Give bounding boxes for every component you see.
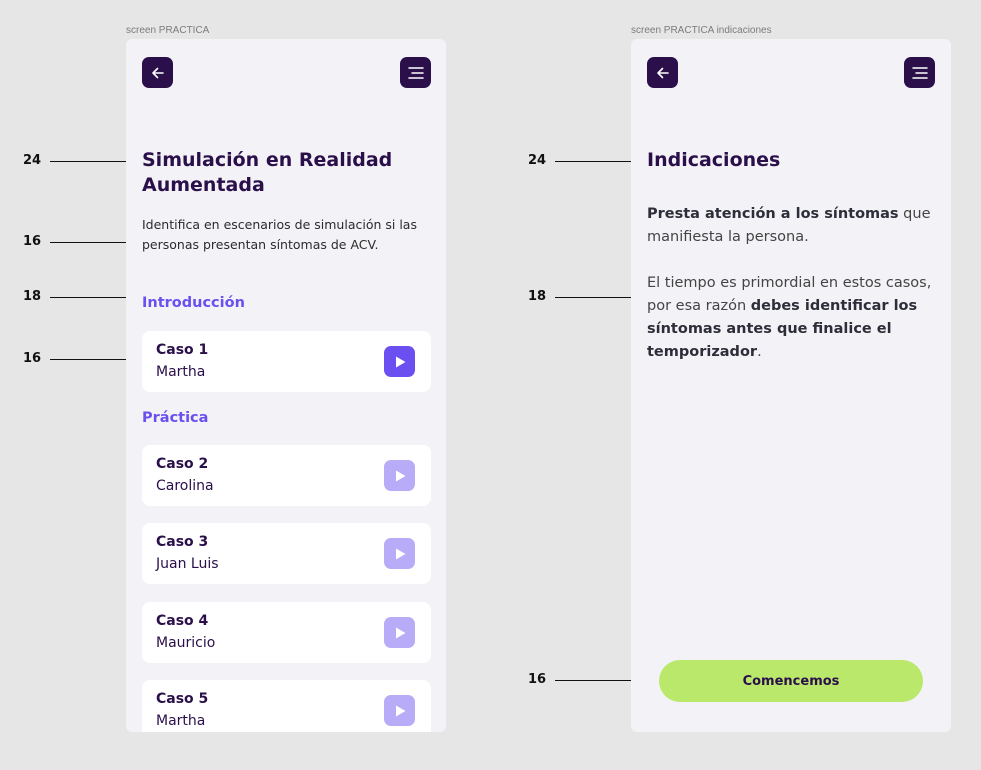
case-card[interactable]: Caso 2 Carolina — [142, 445, 431, 506]
case-card[interactable]: Caso 1 Martha — [142, 331, 431, 392]
annotation-number: 18 — [528, 289, 547, 304]
arrow-left-icon — [151, 67, 164, 78]
page-title: Simulación en Realidad Aumentada — [142, 149, 393, 196]
case-card[interactable]: Caso 5 Martha — [142, 680, 431, 732]
annotation-line — [50, 161, 126, 162]
case-title: Caso 3 — [156, 534, 209, 550]
case-person: Mauricio — [156, 635, 216, 651]
instruction-paragraph-2: El tiempo es primordial en estos casos, … — [647, 272, 939, 364]
annotation-number: 24 — [528, 153, 547, 168]
case-card[interactable]: Caso 4 Mauricio — [142, 602, 431, 663]
annotation-number: 16 — [23, 234, 42, 249]
screen-indicaciones: Indicaciones Presta atención a los sínto… — [631, 39, 951, 732]
play-icon — [395, 356, 405, 367]
case-person: Carolina — [156, 478, 214, 494]
menu-icon — [911, 66, 928, 79]
case-title: Caso 2 — [156, 456, 209, 472]
frame-label-practica: screen PRACTICA — [126, 25, 210, 36]
annotation-description-size: 16 — [23, 235, 126, 249]
case-title: Caso 5 — [156, 691, 209, 707]
section-introduccion: Introducción — [142, 295, 245, 311]
annotation-line — [50, 242, 126, 243]
play-button[interactable] — [384, 617, 415, 648]
instruction-text: . — [757, 344, 762, 360]
page-description: Identifica en escenarios de simulación s… — [142, 217, 417, 252]
page-title: Indicaciones — [647, 149, 781, 171]
case-title: Caso 4 — [156, 613, 209, 629]
play-icon — [395, 627, 405, 638]
annotation-line — [50, 297, 126, 298]
menu-button[interactable] — [904, 57, 935, 88]
annotation-card-size: 16 — [23, 352, 126, 366]
back-button[interactable] — [647, 57, 678, 88]
play-icon — [395, 548, 405, 559]
menu-button[interactable] — [400, 57, 431, 88]
annotation-line — [555, 680, 631, 681]
menu-icon — [407, 66, 424, 79]
annotation-line — [50, 359, 126, 360]
annotation-number: 16 — [528, 672, 547, 687]
case-card[interactable]: Caso 3 Juan Luis — [142, 523, 431, 584]
frame-label-indicaciones: screen PRACTICA indicaciones — [631, 25, 772, 36]
annotation-number: 18 — [23, 289, 42, 304]
play-icon — [395, 705, 405, 716]
play-button[interactable] — [384, 695, 415, 726]
start-button[interactable]: Comencemos — [659, 660, 923, 702]
play-button[interactable] — [384, 460, 415, 491]
play-icon — [395, 470, 405, 481]
annotation-button-size: 16 — [528, 673, 631, 687]
annotation-line — [555, 297, 631, 298]
back-button[interactable] — [142, 57, 173, 88]
instruction-paragraph-1: Presta atención a los síntomas que manif… — [647, 203, 939, 249]
play-button[interactable] — [384, 346, 415, 377]
instruction-emphasis: Presta atención a los síntomas — [647, 206, 899, 222]
section-practica: Práctica — [142, 410, 209, 426]
annotation-number: 16 — [23, 351, 42, 366]
case-person: Martha — [156, 713, 206, 729]
case-title: Caso 1 — [156, 342, 209, 358]
case-person: Juan Luis — [156, 556, 219, 572]
case-person: Martha — [156, 364, 206, 380]
annotation-line — [555, 161, 631, 162]
screen-practica: Simulación en Realidad Aumentada Identif… — [126, 39, 446, 732]
annotation-title-size: 24 — [23, 154, 126, 168]
annotation-title-size: 24 — [528, 154, 631, 168]
arrow-left-icon — [656, 67, 669, 78]
play-button[interactable] — [384, 538, 415, 569]
annotation-section-size: 18 — [23, 290, 126, 304]
annotation-number: 24 — [23, 153, 42, 168]
annotation-body-size: 18 — [528, 290, 631, 304]
